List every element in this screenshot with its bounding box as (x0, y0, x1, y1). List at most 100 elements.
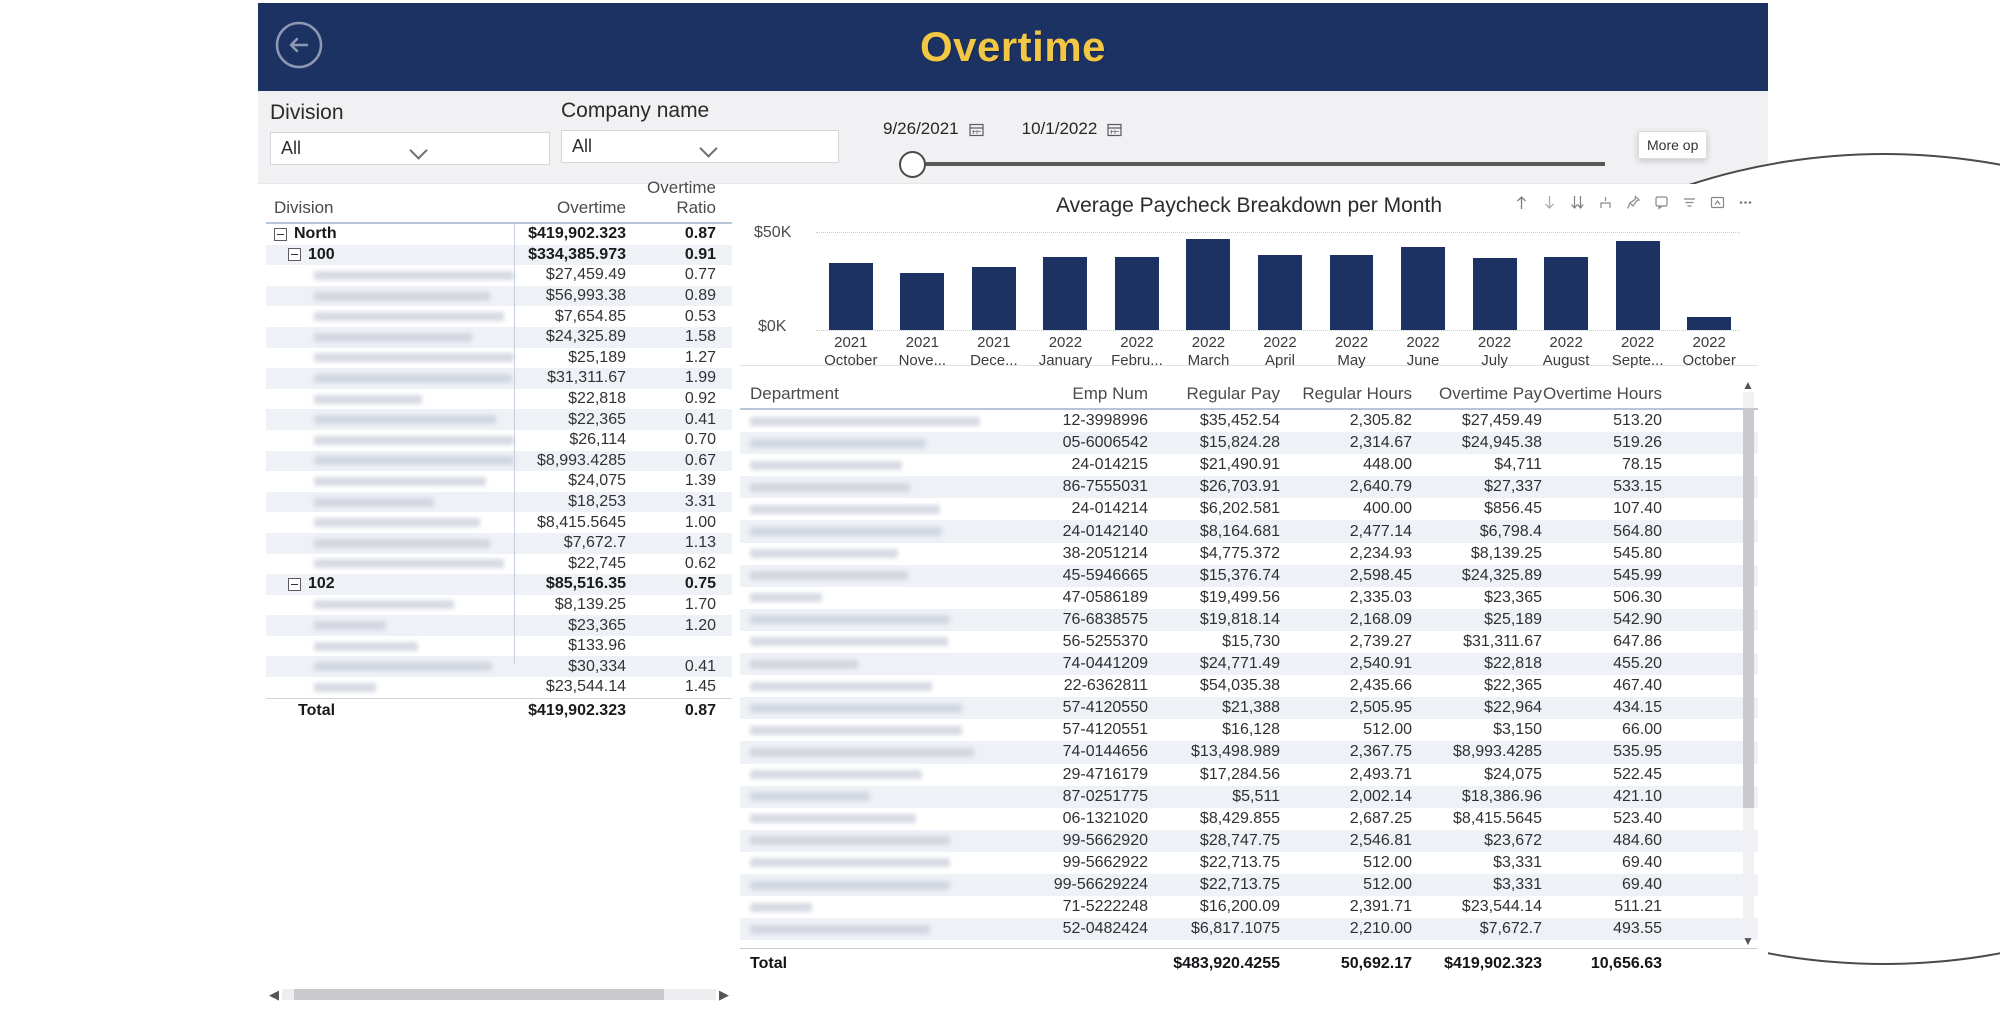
table-row[interactable]: 06-1321020$8,429.8552,687.25$8,415.56455… (740, 808, 1758, 830)
filter-icon[interactable] (1681, 194, 1698, 211)
matrix-horizontal-scrollbar[interactable]: ◀ ▶ (266, 986, 732, 1003)
more-options-icon[interactable] (1737, 194, 1754, 211)
matrix-row[interactable]: $23,3651.20 (266, 615, 732, 636)
table-row[interactable]: 99-5662922$22,713.75512.00$3,33169.40 (740, 852, 1758, 874)
matrix-row[interactable]: $24,0751.39 (266, 471, 732, 492)
table-row[interactable]: 24-0142140$8,164.6812,477.14$6,798.4564.… (740, 520, 1758, 542)
matrix-row[interactable]: $8,993.42850.67 (266, 451, 732, 472)
table-row[interactable]: 71-5222248$16,200.092,391.71$23,544.1451… (740, 896, 1758, 918)
table-row[interactable]: 99-56629224$22,713.75512.00$3,33169.40 (740, 874, 1758, 896)
col-overtime-pay[interactable]: Overtime Pay (1412, 384, 1542, 404)
matrix-row[interactable]: $30,3340.41 (266, 656, 732, 677)
matrix-row[interactable]: $24,325.891.58 (266, 327, 732, 348)
matrix-row[interactable]: $22,7450.62 (266, 554, 732, 575)
table-row[interactable]: 74-0441209$24,771.492,540.91$22,818455.2… (740, 653, 1758, 675)
col-overtime-hours[interactable]: Overtime Hours (1542, 384, 1670, 404)
table-row[interactable]: 22-6362811$54,035.382,435.66$22,365467.4… (740, 675, 1758, 697)
table-row[interactable]: 56-5255370$15,7302,739.27$31,311.67647.8… (740, 631, 1758, 653)
matrix-col-division[interactable]: Division (266, 198, 514, 218)
table-row[interactable]: 52-0482424$6,817.10752,210.00$7,672.7493… (740, 918, 1758, 940)
table-row[interactable]: 74-0144656$13,498.9892,367.75$8,993.4285… (740, 741, 1758, 763)
focus-mode-icon[interactable] (1709, 194, 1726, 211)
table-row[interactable]: 86-7555031$26,703.912,640.79$27,337533.1… (740, 476, 1758, 498)
collapse-expander-icon[interactable] (288, 578, 301, 591)
col-emp-num[interactable]: Emp Num (1008, 384, 1148, 404)
date-from-value[interactable]: 9/26/2021 (883, 119, 959, 139)
chevron-down-icon[interactable]: ▼ (1742, 934, 1754, 948)
hierarchy-drill-icon[interactable] (1597, 194, 1614, 211)
sort-ascending-icon[interactable] (1513, 194, 1530, 211)
chevron-left-icon[interactable]: ◀ (266, 987, 282, 1003)
matrix-row[interactable]: $133.96 (266, 636, 732, 657)
matrix-row[interactable]: 102$85,516.350.75 (266, 574, 732, 595)
table-row[interactable]: 76-6838575$19,818.142,168.09$25,189542.9… (740, 609, 1758, 631)
collapse-expander-icon[interactable] (274, 228, 287, 241)
chart-bar[interactable] (1043, 257, 1087, 330)
table-row[interactable]: 24-014214$6,202.581400.00$856.45107.40 (740, 498, 1758, 520)
table-row[interactable]: 57-4120550$21,3882,505.95$22,964434.15 (740, 697, 1758, 719)
matrix-row[interactable]: $23,544.141.45 (266, 677, 732, 698)
chart-bar[interactable] (1115, 257, 1159, 330)
division-slicer-dropdown[interactable]: All (270, 132, 550, 165)
matrix-row[interactable]: $7,672.71.13 (266, 533, 732, 554)
matrix-row[interactable]: $31,311.671.99 (266, 368, 732, 389)
matrix-row[interactable]: $27,459.490.77 (266, 265, 732, 286)
back-arrow-icon[interactable] (274, 20, 324, 70)
col-department[interactable]: Department (740, 384, 1008, 404)
chart-bar[interactable] (829, 263, 873, 330)
table-row[interactable]: 87-0251775$5,5112,002.14$18,386.96421.10 (740, 786, 1758, 808)
matrix-row[interactable]: $26,1140.70 (266, 430, 732, 451)
table-row[interactable]: 47-0586189$19,499.562,335.03$23,365506.3… (740, 587, 1758, 609)
sort-descending-icon[interactable] (1541, 194, 1558, 211)
matrix-row[interactable]: $7,654.850.53 (266, 306, 732, 327)
scroll-thumb[interactable] (294, 989, 664, 1000)
collapse-expander-icon[interactable] (288, 248, 301, 261)
matrix-row[interactable]: $25,1891.27 (266, 348, 732, 369)
scroll-trough[interactable] (282, 989, 716, 1000)
chart-bar[interactable] (1473, 258, 1517, 330)
table-row[interactable]: 24-014215$21,490.91448.00$4,71178.15 (740, 454, 1758, 476)
chevron-right-icon[interactable]: ▶ (716, 987, 732, 1003)
chart-bar[interactable] (1258, 255, 1302, 330)
chart-bar[interactable] (1401, 247, 1445, 330)
matrix-row[interactable]: 100$334,385.9730.91 (266, 245, 732, 266)
chart-bar[interactable] (972, 267, 1016, 330)
slider-handle-start[interactable] (899, 151, 926, 178)
date-range-slider[interactable] (893, 149, 1623, 181)
matrix-row[interactable]: $22,3650.41 (266, 409, 732, 430)
table-row[interactable]: 12-3998996$35,452.542,305.82$27,459.4951… (740, 410, 1758, 432)
chart-bar[interactable] (1186, 239, 1230, 330)
table-row[interactable]: 29-4716179$17,284.562,493.71$24,075522.4… (740, 764, 1758, 786)
matrix-row[interactable]: $22,8180.92 (266, 389, 732, 410)
date-to-value[interactable]: 10/1/2022 (1022, 119, 1098, 139)
table-row[interactable]: 38-2051214$4,775.3722,234.93$8,139.25545… (740, 543, 1758, 565)
pin-icon[interactable] (1625, 194, 1642, 211)
scroll-thumb[interactable] (1743, 408, 1754, 808)
comment-icon[interactable] (1653, 194, 1670, 211)
company-slicer-dropdown[interactable]: All (561, 130, 839, 163)
matrix-row[interactable]: $56,993.380.89 (266, 286, 732, 307)
chart-bar[interactable] (1687, 317, 1731, 330)
matrix-col-overtime-ratio[interactable]: Overtime Ratio (626, 178, 724, 218)
table-row[interactable]: 57-4120551$16,128512.00$3,15066.00 (740, 719, 1758, 741)
chart-bar[interactable] (1330, 255, 1374, 330)
chevron-up-icon[interactable]: ▲ (1742, 378, 1754, 392)
scroll-trough[interactable] (1743, 392, 1754, 934)
matrix-row[interactable]: North$419,902.3230.87 (266, 224, 732, 245)
data-table-vertical-scrollbar[interactable]: ▲ ▼ (1740, 378, 1756, 948)
col-regular-pay[interactable]: Regular Pay (1148, 384, 1280, 404)
matrix-col-overtime[interactable]: Overtime (514, 198, 626, 218)
matrix-row[interactable]: $18,2533.31 (266, 492, 732, 513)
chart-bar[interactable] (900, 273, 944, 330)
matrix-row[interactable]: $8,139.251.70 (266, 595, 732, 616)
col-regular-hours[interactable]: Regular Hours (1280, 384, 1412, 404)
chart-bar[interactable] (1616, 241, 1660, 330)
matrix-row[interactable]: $8,415.56451.00 (266, 512, 732, 533)
calendar-icon[interactable] (1107, 122, 1122, 137)
chart-bar[interactable] (1544, 257, 1588, 330)
table-row[interactable]: 99-5662920$28,747.752,546.81$23,672484.6… (740, 830, 1758, 852)
sort-axis-icon[interactable] (1569, 194, 1586, 211)
table-row[interactable]: 45-5946665$15,376.742,598.45$24,325.8954… (740, 565, 1758, 587)
table-row[interactable]: 05-6006542$15,824.282,314.67$24,945.3851… (740, 432, 1758, 454)
calendar-icon[interactable] (969, 122, 984, 137)
